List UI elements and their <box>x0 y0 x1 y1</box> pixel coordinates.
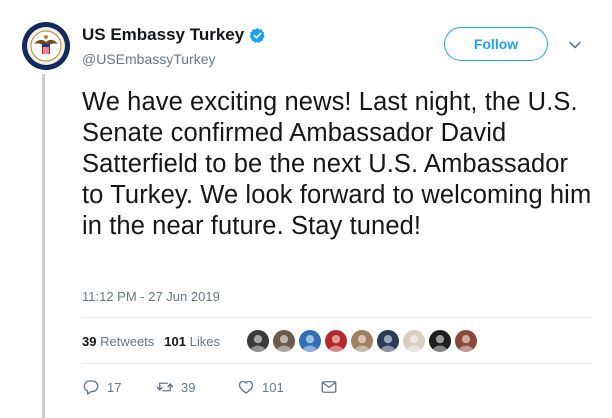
liker-avatar-9[interactable] <box>454 329 478 353</box>
verified-badge-icon <box>249 27 266 44</box>
liker-avatar-6[interactable] <box>376 329 400 353</box>
divider <box>82 317 592 318</box>
likes-count: 101 <box>164 334 186 349</box>
heart-icon <box>238 380 254 394</box>
likes-stat[interactable]: 101 Likes <box>164 334 220 349</box>
retweets-label: Retweets <box>100 334 155 349</box>
like-button[interactable]: 101 <box>237 378 320 396</box>
liker-avatar-7[interactable] <box>402 329 426 353</box>
engagement-stats: 39 Retweets 101 Likes <box>82 334 220 349</box>
liker-avatars <box>246 329 478 353</box>
embassy-seal-avatar[interactable] <box>22 22 70 70</box>
retweet-icon <box>156 382 174 392</box>
liker-avatar-5[interactable] <box>350 329 374 353</box>
liker-avatar-2[interactable] <box>272 329 296 353</box>
display-name[interactable]: US Embassy Turkey <box>82 25 244 45</box>
direct-message-button[interactable] <box>320 378 338 396</box>
retweet-count: 39 <box>181 379 196 395</box>
liker-avatar-3[interactable] <box>298 329 322 353</box>
divider <box>82 363 592 364</box>
reply-icon <box>83 380 99 395</box>
chevron-down-icon[interactable] <box>568 38 582 52</box>
liker-avatar-4[interactable] <box>324 329 348 353</box>
reply-button[interactable]: 17 <box>82 378 156 396</box>
account-handle[interactable]: @USEmbassyTurkey <box>82 51 216 67</box>
retweets-stat[interactable]: 39 Retweets <box>82 334 154 349</box>
reply-count: 17 <box>107 379 122 395</box>
thread-rail <box>42 74 45 418</box>
retweets-count: 39 <box>82 334 97 349</box>
name-row: US Embassy Turkey <box>82 25 266 45</box>
like-count: 101 <box>262 379 284 395</box>
message-icon <box>321 381 337 393</box>
tweet-timestamp[interactable]: 11:12 PM - 27 Jun 2019 <box>82 289 220 304</box>
liker-avatar-8[interactable] <box>428 329 452 353</box>
tweet-actions: 17 39 101 <box>82 378 338 396</box>
retweet-button[interactable]: 39 <box>156 378 237 396</box>
tweet-text: We have exciting news! Last night, the U… <box>82 88 592 240</box>
follow-button[interactable]: Follow <box>444 27 548 61</box>
liker-avatar-1[interactable] <box>246 329 270 353</box>
likes-label: Likes <box>189 334 220 349</box>
